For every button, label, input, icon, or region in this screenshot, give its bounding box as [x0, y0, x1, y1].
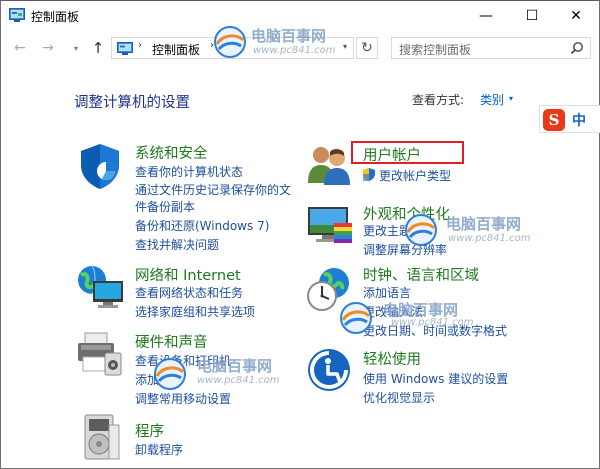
refresh-button[interactable]: ↻ — [356, 37, 378, 59]
category-programs[interactable]: 程序 — [135, 420, 164, 441]
ime-toolbar[interactable]: S 中 — [539, 105, 600, 133]
link-optimize-display[interactable]: 优化视觉显示 — [363, 389, 435, 406]
page-heading: 调整计算机的设置 — [74, 95, 190, 111]
category-ease-of-access[interactable]: 轻松使用 — [363, 348, 421, 369]
breadcrumb-separator[interactable]: › — [210, 40, 214, 51]
chevron-down-icon[interactable]: ▾ — [509, 94, 513, 103]
address-bar[interactable]: › 控制面板 › ▾ — [111, 37, 354, 59]
link-add-device[interactable]: 添加设备 — [135, 371, 183, 388]
watermark-url: www.pc841.com — [448, 233, 531, 244]
link-file-history[interactable]: 通过文件历史记录保存你的文 — [135, 181, 291, 198]
search-input[interactable]: 搜索控制面板 — [391, 37, 591, 59]
minimize-button[interactable]: — — [463, 1, 509, 31]
sogou-logo-icon[interactable]: S — [543, 109, 565, 131]
breadcrumb-control-panel[interactable]: 控制面板 — [152, 41, 200, 58]
maximize-button[interactable]: ☐ — [509, 1, 555, 31]
link-homegroup[interactable]: 选择家庭组和共享选项 — [135, 303, 255, 320]
link-recommended-settings[interactable]: 使用 Windows 建议的设置 — [363, 370, 508, 387]
link-uninstall-program[interactable]: 卸载程序 — [135, 441, 183, 458]
ime-mode-chinese[interactable]: 中 — [572, 110, 586, 130]
link-change-theme[interactable]: 更改主题 — [363, 222, 411, 239]
link-change-account-type[interactable]: 更改帐户类型 — [379, 167, 451, 184]
control-panel-icon — [9, 8, 25, 22]
link-view-computer-status[interactable]: 查看你的计算机状态 — [135, 163, 243, 180]
clock-globe-icon[interactable] — [306, 265, 354, 313]
network-icon[interactable] — [75, 263, 125, 309]
link-devices-printers[interactable]: 查看设备和打印机 — [135, 352, 231, 369]
ease-of-access-icon[interactable] — [306, 347, 352, 393]
link-date-time-format[interactable]: 更改日期、时间或数字格式 — [363, 322, 507, 339]
breadcrumb-separator[interactable]: › — [138, 40, 142, 51]
users-icon[interactable] — [306, 143, 352, 185]
category-system-security[interactable]: 系统和安全 — [135, 142, 208, 163]
back-button[interactable]: ← — [11, 39, 29, 57]
close-button[interactable]: ✕ — [553, 1, 599, 31]
search-icon[interactable] — [570, 41, 584, 55]
link-backup-restore[interactable]: 备份和还原(Windows 7) — [135, 217, 269, 234]
category-clock-language-region[interactable]: 时钟、语言和区域 — [363, 264, 479, 285]
category-user-accounts[interactable]: 用户帐户 — [363, 144, 421, 165]
control-panel-icon — [117, 42, 133, 55]
link-mobility-settings[interactable]: 调整常用移动设置 — [135, 390, 231, 407]
appearance-icon[interactable] — [306, 201, 354, 247]
forward-button[interactable]: → — [39, 39, 57, 57]
view-by-label: 查看方式: — [412, 93, 465, 107]
printer-icon[interactable] — [75, 331, 125, 377]
link-change-input-method[interactable]: 更改输入法 — [363, 303, 423, 320]
up-button[interactable]: ↑ — [89, 39, 107, 57]
link-file-history-cont[interactable]: 件备份副本 — [135, 198, 195, 215]
link-troubleshoot[interactable]: 查找并解决问题 — [135, 236, 219, 253]
navigation-bar: ← → ▾ ↑ › 控制面板 › ▾ ↻ 搜索控制面板 — [1, 34, 599, 62]
title-bar: 控制面板 — ☐ ✕ — [1, 1, 599, 31]
category-network-internet[interactable]: 网络和 Internet — [135, 264, 241, 285]
link-screen-resolution[interactable]: 调整屏幕分辨率 — [363, 241, 447, 258]
uac-shield-icon — [363, 168, 375, 181]
address-dropdown-button[interactable]: ▾ — [343, 42, 347, 51]
category-appearance[interactable]: 外观和个性化 — [363, 203, 450, 224]
link-network-status[interactable]: 查看网络状态和任务 — [135, 284, 243, 301]
watermark-url: www.pc841.com — [197, 375, 280, 386]
shield-icon[interactable] — [75, 141, 125, 191]
control-panel-window: 控制面板 — ☐ ✕ ← → ▾ ↑ › 控制面板 › ▾ ↻ 搜索控制面板 调… — [0, 0, 600, 469]
link-add-language[interactable]: 添加语言 — [363, 284, 411, 301]
recent-locations-dropdown[interactable]: ▾ — [67, 39, 85, 57]
search-placeholder: 搜索控制面板 — [399, 43, 472, 57]
view-by-dropdown[interactable]: 类别 — [480, 91, 504, 108]
programs-icon[interactable] — [81, 413, 121, 461]
watermark-name: 电脑百事网 — [446, 215, 522, 233]
category-hardware-sound[interactable]: 硬件和声音 — [135, 331, 208, 352]
window-title: 控制面板 — [31, 10, 80, 24]
